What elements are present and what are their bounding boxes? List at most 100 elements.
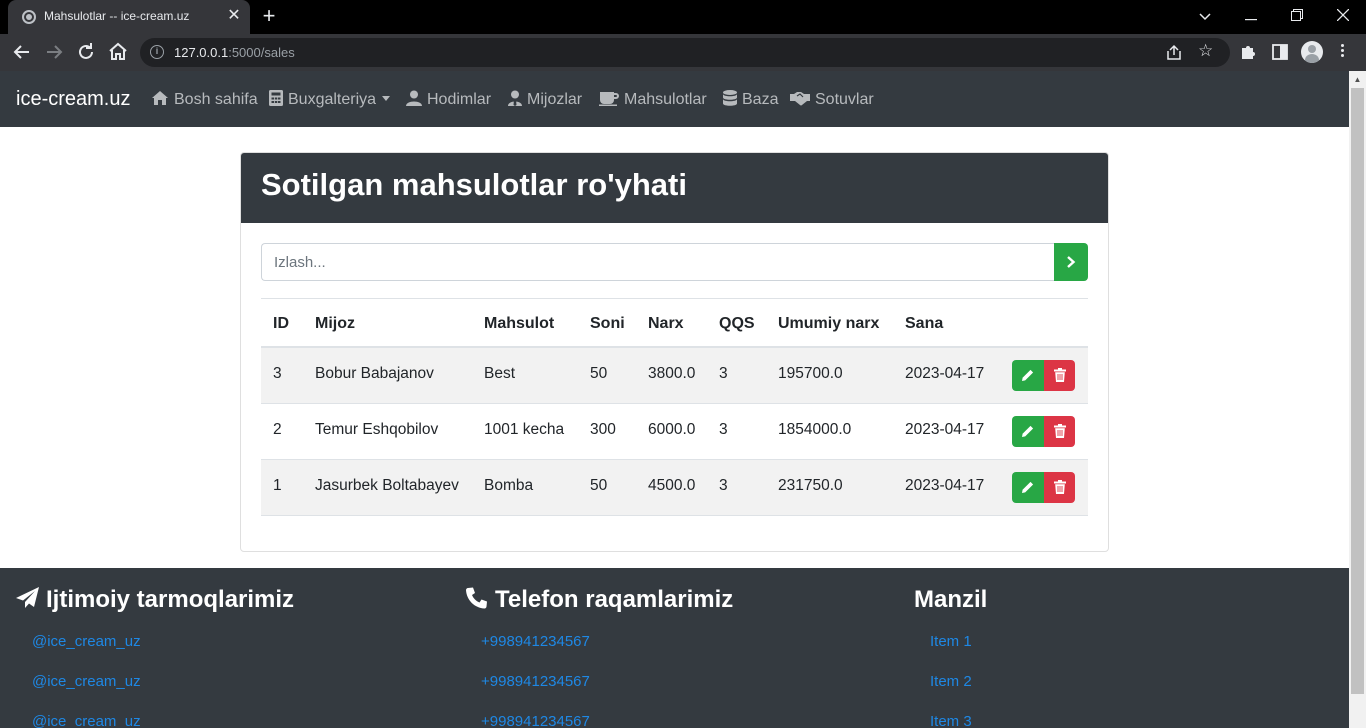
nav-link-label: Mahsulotlar [624, 91, 707, 108]
home-icon [152, 91, 168, 105]
footer-phone-link[interactable]: +998941234567 [481, 713, 590, 728]
nav-link-label: Hodimlar [427, 91, 492, 108]
column-header: Mijoz [315, 315, 355, 332]
column-header: QQS [719, 315, 755, 332]
page-scrollbar[interactable]: ▲ [1349, 71, 1366, 728]
scroll-up-arrow-icon[interactable]: ▲ [1349, 71, 1366, 88]
trash-icon [1054, 368, 1066, 382]
nav-link-mijozlar[interactable]: Mijozlar [508, 90, 582, 109]
cell-qqs: 3 [719, 365, 728, 382]
table-row: 1 Jasurbek Boltabayev Bomba 50 4500.0 3 … [261, 460, 1088, 516]
home-button[interactable] [106, 40, 130, 64]
pencil-icon [1022, 369, 1034, 381]
minimize-button[interactable] [1239, 6, 1263, 26]
cell-soni: 50 [590, 477, 608, 494]
nav-link-hodimlar[interactable]: Hodimlar [406, 90, 491, 109]
cell-umumiy-narx: 195700.0 [778, 365, 843, 382]
home-outline-icon [109, 42, 127, 60]
delete-button[interactable] [1044, 360, 1075, 391]
cell-soni: 50 [590, 365, 608, 382]
cell-soni: 300 [590, 421, 616, 438]
nav-link-bosh-sahifa[interactable]: Bosh sahifa [151, 90, 258, 109]
chevron-right-icon [1067, 256, 1076, 268]
footer-social-link[interactable]: @ice_cream_uz [32, 673, 141, 690]
search-submit-button[interactable] [1054, 243, 1088, 281]
cell-qqs: 3 [719, 421, 728, 438]
cell-umumiy-narx: 1854000.0 [778, 421, 852, 438]
address-bar[interactable]: i 127.0.0.1:5000/sales ☆ [140, 38, 1230, 67]
table-row: 3 Bobur Babajanov Best 50 3800.0 3 19570… [261, 348, 1088, 404]
footer-social-link[interactable]: @ice_cream_uz [32, 633, 141, 650]
close-window-button[interactable] [1331, 6, 1355, 26]
nav-link-label: Mijozlar [527, 91, 583, 108]
nav-link-label: Buxgalteriya [288, 91, 377, 108]
nav-link-mahsulotlar[interactable]: Mahsulotlar [599, 90, 707, 109]
back-button[interactable] [10, 40, 34, 64]
cell-qqs: 3 [719, 477, 728, 494]
delete-button[interactable] [1044, 416, 1075, 447]
bookmark-star-icon[interactable]: ☆ [1198, 42, 1216, 60]
phone-icon [466, 587, 487, 609]
browser-tab[interactable]: Mahsulotlar -- ice-cream.uz ✕ [8, 0, 250, 34]
globe-icon [22, 10, 36, 24]
cell-umumiy-narx: 231750.0 [778, 477, 843, 494]
browser-tab-bar: Mahsulotlar -- ice-cream.uz ✕ + [0, 0, 1366, 34]
page-title: Sotilgan mahsulotlar ro'yhati [261, 167, 687, 202]
column-header: Mahsulot [484, 315, 555, 332]
edit-button[interactable] [1012, 416, 1044, 447]
cell-id: 2 [273, 421, 282, 438]
footer-social-heading: Ijtimoiy tarmoqlarimiz [16, 586, 294, 614]
search-input[interactable] [261, 243, 1055, 281]
new-tab-button[interactable]: + [258, 5, 280, 28]
cell-narx: 3800.0 [648, 365, 696, 382]
delete-button[interactable] [1044, 472, 1075, 503]
footer-phones-title: Telefon raqamlarimiz [495, 586, 734, 613]
footer-address-link[interactable]: Item 3 [930, 713, 972, 728]
footer-address-link[interactable]: Item 2 [930, 673, 972, 690]
cell-mahsulot: Best [484, 365, 516, 382]
edit-button[interactable] [1012, 360, 1044, 391]
cell-mahsulot: 1001 kecha [484, 421, 565, 438]
column-header: Sana [905, 315, 944, 332]
nav-link-label: Baza [742, 91, 779, 108]
forward-button[interactable] [42, 40, 66, 64]
database-icon [723, 90, 737, 106]
nav-link-baza[interactable]: Baza [723, 90, 778, 109]
footer-social-link[interactable]: @ice_cream_uz [32, 713, 141, 728]
arrow-left-icon [13, 45, 29, 59]
side-panel-icon[interactable] [1270, 42, 1290, 62]
restore-button[interactable] [1285, 6, 1309, 26]
edit-button[interactable] [1012, 472, 1044, 503]
nav-link-sotuvlar[interactable]: Sotuvlar [790, 90, 874, 109]
tab-title: Mahsulotlar -- ice-cream.uz [44, 9, 190, 23]
pencil-icon [1022, 481, 1034, 493]
table-header-row: ID Mijoz Mahsulot Soni Narx QQS Umumiy n… [261, 298, 1088, 348]
column-header: ID [273, 315, 289, 332]
site-info-icon[interactable]: i [150, 45, 164, 59]
scrollbar-thumb[interactable] [1351, 88, 1364, 694]
cell-sana: 2023-04-17 [905, 365, 985, 382]
footer-phone-link[interactable]: +998941234567 [481, 633, 590, 650]
footer-phone-link[interactable]: +998941234567 [481, 673, 590, 690]
column-header: Narx [648, 315, 684, 332]
dropdown-caret-icon [382, 96, 391, 101]
sales-card: Sotilgan mahsulotlar ro'yhati ID Mijoz M… [240, 152, 1109, 552]
share-icon[interactable] [1165, 44, 1183, 62]
cell-mijoz: Jasurbek Boltabayev [315, 477, 459, 494]
footer-phones-heading: Telefon raqamlarimiz [465, 586, 733, 614]
brand-logo-link[interactable]: ice-cream.uz [16, 88, 130, 111]
arrow-right-icon [47, 45, 63, 59]
close-tab-icon[interactable]: ✕ [226, 8, 242, 24]
tab-search-icon[interactable] [1193, 6, 1217, 26]
url-host: 127.0.0.1 [174, 45, 229, 60]
nav-link-buxgalteriya[interactable]: Buxgalteriya [269, 90, 391, 109]
cell-mijoz: Bobur Babajanov [315, 365, 434, 382]
cell-narx: 4500.0 [648, 477, 696, 494]
cell-sana: 2023-04-17 [905, 477, 985, 494]
profile-avatar[interactable] [1301, 41, 1323, 63]
footer-address-link[interactable]: Item 1 [930, 633, 972, 650]
browser-menu-icon[interactable] [1335, 42, 1349, 62]
trash-icon [1054, 424, 1066, 438]
extensions-puzzle-icon[interactable] [1238, 42, 1258, 62]
reload-button[interactable] [74, 40, 98, 64]
